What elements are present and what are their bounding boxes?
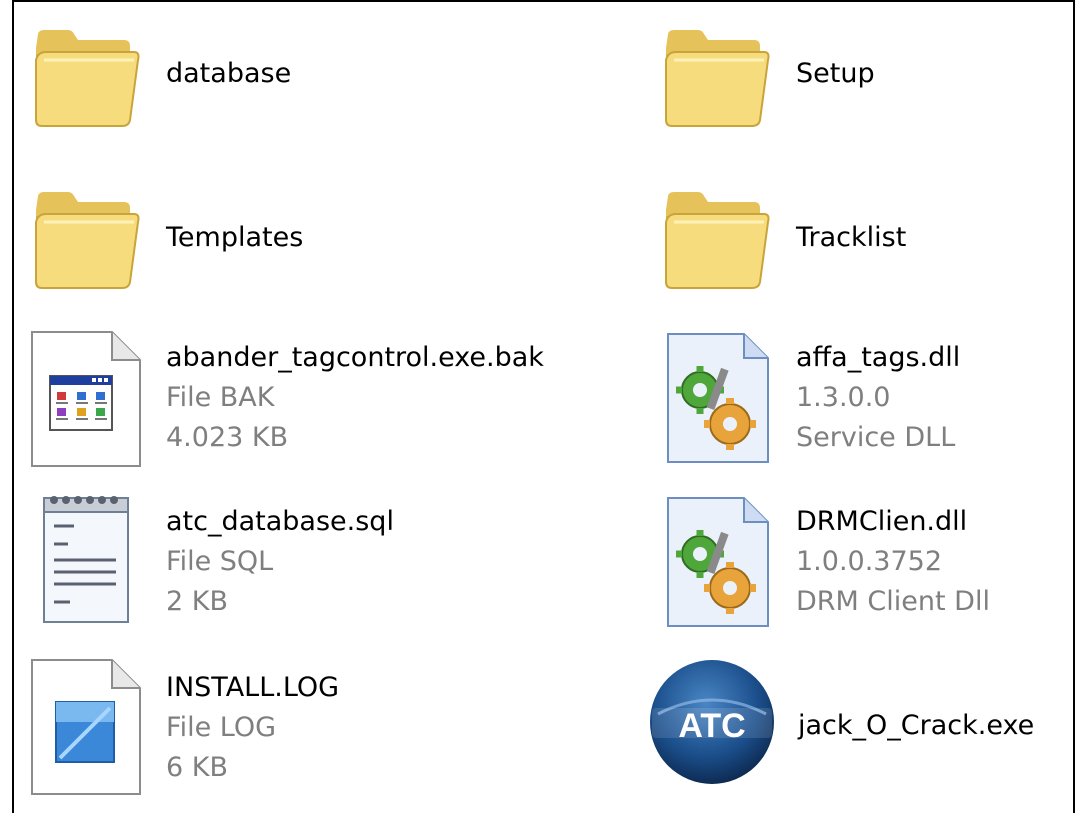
dll-gear-icon bbox=[660, 328, 772, 463]
item-size: 2 KB bbox=[166, 586, 228, 617]
item-name: DRMClien.dll bbox=[796, 506, 968, 537]
item-name: Templates bbox=[166, 222, 304, 253]
item-version: 1.0.0.3752 bbox=[796, 546, 942, 577]
folder-icon bbox=[660, 182, 772, 294]
item-type: File SQL bbox=[166, 546, 274, 577]
application-window-icon bbox=[30, 328, 142, 467]
item-size: 4.023 KB bbox=[166, 422, 289, 453]
notepad-icon bbox=[30, 492, 142, 623]
item-name: Tracklist bbox=[796, 222, 907, 253]
log-file-icon bbox=[30, 656, 142, 795]
folder-icon bbox=[30, 20, 142, 132]
item-name: INSTALL.LOG bbox=[166, 672, 340, 703]
item-name: atc_database.sql bbox=[166, 506, 394, 537]
folder-icon bbox=[30, 182, 142, 294]
item-name: Setup bbox=[796, 58, 875, 89]
item-size: 6 KB bbox=[166, 752, 228, 783]
atc-logo-icon: ATC bbox=[648, 656, 776, 792]
item-description: DRM Client Dll bbox=[796, 586, 990, 617]
item-type: File LOG bbox=[166, 712, 277, 743]
explorer-file-view: database Setup Templates Tracklist aband… bbox=[12, 0, 1075, 813]
dll-gear-icon bbox=[660, 492, 772, 627]
folder-icon bbox=[660, 20, 772, 132]
item-description: Service DLL bbox=[796, 422, 956, 453]
atc-logo-text: ATC bbox=[678, 707, 745, 745]
item-name: affa_tags.dll bbox=[796, 342, 961, 373]
item-type: File BAK bbox=[166, 382, 275, 413]
item-name: jack_O_Crack.exe bbox=[798, 710, 1035, 741]
item-name: abander_tagcontrol.exe.bak bbox=[166, 342, 544, 373]
item-version: 1.3.0.0 bbox=[796, 382, 891, 413]
item-name: database bbox=[166, 58, 292, 89]
